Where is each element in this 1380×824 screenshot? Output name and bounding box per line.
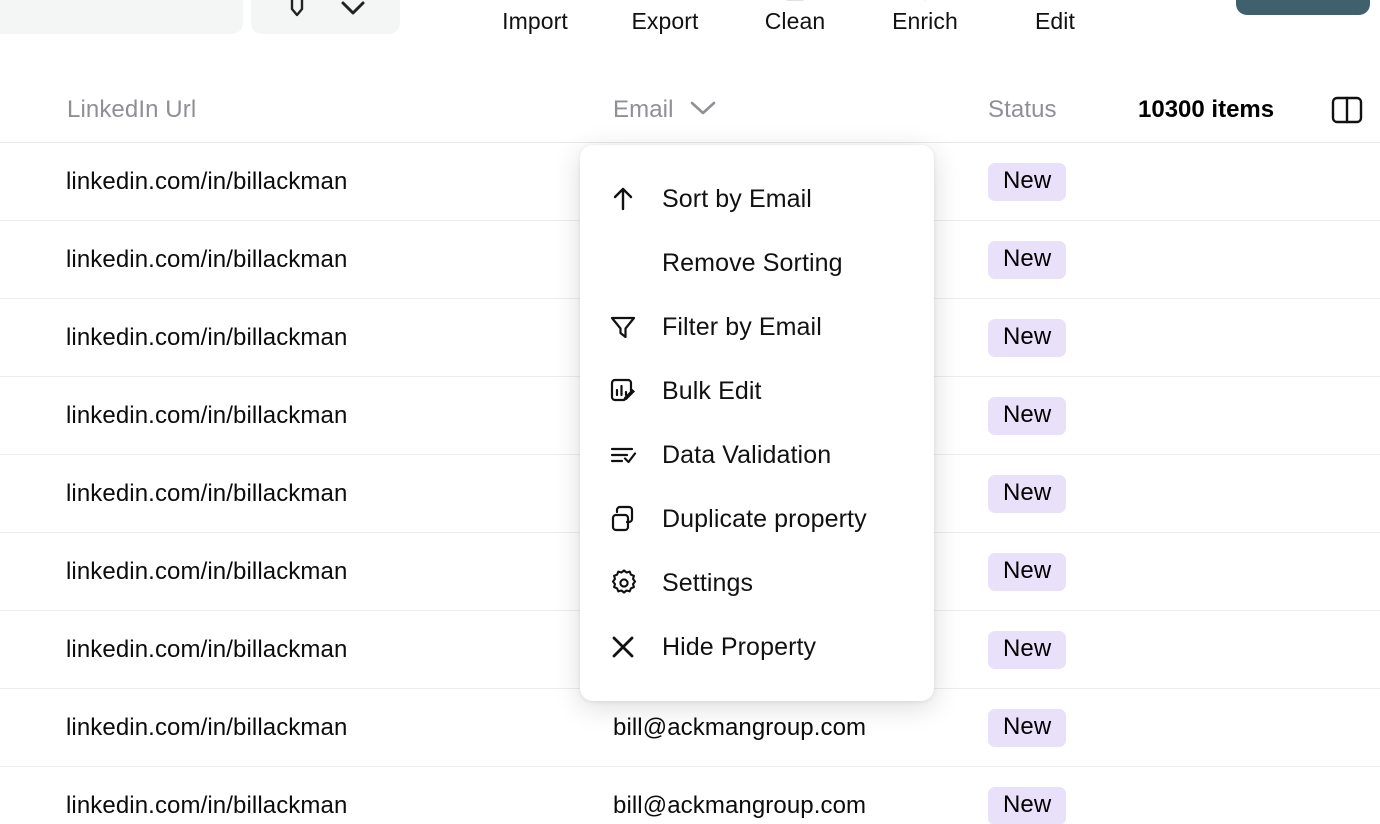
column-header-status-label: Status <box>988 96 1057 123</box>
export-icon <box>652 0 678 2</box>
chevron-down-icon[interactable] <box>688 96 718 124</box>
menu-item-sort-by-email[interactable]: Sort by Email <box>580 167 934 231</box>
filter-sort-icon <box>286 0 308 23</box>
cell-linkedin-url[interactable]: linkedin.com/in/billackman <box>66 767 347 824</box>
bulk-edit-icon <box>608 376 662 406</box>
menu-item-label: Hide Property <box>662 632 817 661</box>
split-panel-icon[interactable] <box>1330 78 1364 142</box>
status-badge: New <box>988 630 1067 669</box>
cell-linkedin-url[interactable]: linkedin.com/in/billackman <box>66 689 347 766</box>
cell-linkedin-url[interactable]: linkedin.com/in/billackman <box>66 611 347 688</box>
cell-linkedin-url[interactable]: linkedin.com/in/billackman <box>66 299 347 376</box>
export-button[interactable]: Export <box>600 0 730 35</box>
cell-status[interactable]: New <box>988 767 1067 824</box>
data-validation-icon <box>608 440 662 470</box>
edit-icon <box>1040 0 1070 2</box>
menu-item-label: Data Validation <box>662 440 832 469</box>
arrow-up-icon <box>608 184 662 214</box>
cell-status[interactable]: New <box>988 455 1067 532</box>
menu-item-duplicate-property[interactable]: Duplicate property <box>580 487 934 551</box>
cell-status[interactable]: New <box>988 299 1067 376</box>
gear-icon <box>608 567 662 599</box>
import-label: Import <box>502 8 568 34</box>
status-badge: New <box>988 318 1067 357</box>
edit-button[interactable]: Edit <box>990 0 1120 35</box>
spreadsheet-app: Import Export Clean Enrich Edit LinkedIn… <box>0 0 1380 824</box>
column-header-email-label: Email <box>613 96 674 123</box>
import-icon <box>522 0 548 2</box>
cell-status[interactable]: New <box>988 143 1067 220</box>
status-badge: New <box>988 474 1067 513</box>
enrich-icon <box>912 0 938 2</box>
cell-linkedin-url[interactable]: linkedin.com/in/billackman <box>66 455 347 532</box>
column-header-email[interactable]: Email <box>613 78 718 142</box>
menu-item-hide-property[interactable]: Hide Property <box>580 615 934 679</box>
clean-icon <box>782 0 808 2</box>
menu-item-label: Bulk Edit <box>662 376 762 405</box>
menu-item-bulk-edit[interactable]: Bulk Edit <box>580 359 934 423</box>
table-row[interactable]: linkedin.com/in/billackman bill@ackmangro… <box>0 767 1380 824</box>
toolbar-actions: Import Export Clean Enrich Edit <box>470 0 1120 35</box>
cell-status[interactable]: New <box>988 221 1067 298</box>
column-header-linkedin-label: LinkedIn Url <box>67 96 197 123</box>
cell-email[interactable]: bill@ackmangroup.com <box>613 767 866 824</box>
status-badge: New <box>988 786 1067 824</box>
status-badge: New <box>988 240 1067 279</box>
status-badge: New <box>988 396 1067 435</box>
menu-item-settings[interactable]: Settings <box>580 551 934 615</box>
clean-button[interactable]: Clean <box>730 0 860 35</box>
menu-item-label: Sort by Email <box>662 184 812 213</box>
menu-item-data-validation[interactable]: Data Validation <box>580 423 934 487</box>
close-x-icon <box>608 632 662 662</box>
cell-status[interactable]: New <box>988 533 1067 610</box>
cell-linkedin-url[interactable]: linkedin.com/in/billackman <box>66 533 347 610</box>
column-context-menu: Sort by Email Remove Sorting Filter by E… <box>580 145 934 701</box>
enrich-button[interactable]: Enrich <box>860 0 990 35</box>
status-badge: New <box>988 552 1067 591</box>
menu-item-filter-by-email[interactable]: Filter by Email <box>580 295 934 359</box>
status-badge: New <box>988 162 1067 201</box>
menu-item-label: Settings <box>662 568 754 597</box>
status-badge: New <box>988 708 1067 747</box>
filter-funnel-icon <box>608 312 662 342</box>
new-button-label: New <box>1257 0 1305 2</box>
item-count: 10300 items <box>1138 96 1275 123</box>
menu-item-label: Duplicate property <box>662 504 867 533</box>
cell-status[interactable]: New <box>988 377 1067 454</box>
menu-item-label: Remove Sorting <box>662 248 843 277</box>
top-toolbar: Import Export Clean Enrich Edit <box>0 0 1380 48</box>
clean-label: Clean <box>764 8 826 34</box>
import-button[interactable]: Import <box>470 0 600 35</box>
enrich-label: Enrich <box>892 8 958 34</box>
column-header-status[interactable]: Status <box>988 78 1057 142</box>
cell-linkedin-url[interactable]: linkedin.com/in/billackman <box>66 143 347 220</box>
menu-item-label: Filter by Email <box>662 312 822 341</box>
filter-sort-button[interactable] <box>251 0 400 34</box>
export-label: Export <box>631 8 699 34</box>
new-button[interactable]: New <box>1236 0 1370 15</box>
table-header: LinkedIn Url Email Status 10300 items <box>0 78 1380 143</box>
plus-icon <box>1321 0 1349 4</box>
cell-linkedin-url[interactable]: linkedin.com/in/billackman <box>66 221 347 298</box>
chevron-down-icon <box>340 0 366 17</box>
cell-linkedin-url[interactable]: linkedin.com/in/billackman <box>66 377 347 454</box>
menu-item-remove-sorting[interactable]: Remove Sorting <box>580 231 934 295</box>
duplicate-icon <box>608 504 662 534</box>
search-input[interactable] <box>0 0 243 34</box>
cell-status[interactable]: New <box>988 611 1067 688</box>
cell-status[interactable]: New <box>988 689 1067 766</box>
edit-label: Edit <box>1034 8 1076 34</box>
column-header-linkedin[interactable]: LinkedIn Url <box>67 78 196 142</box>
